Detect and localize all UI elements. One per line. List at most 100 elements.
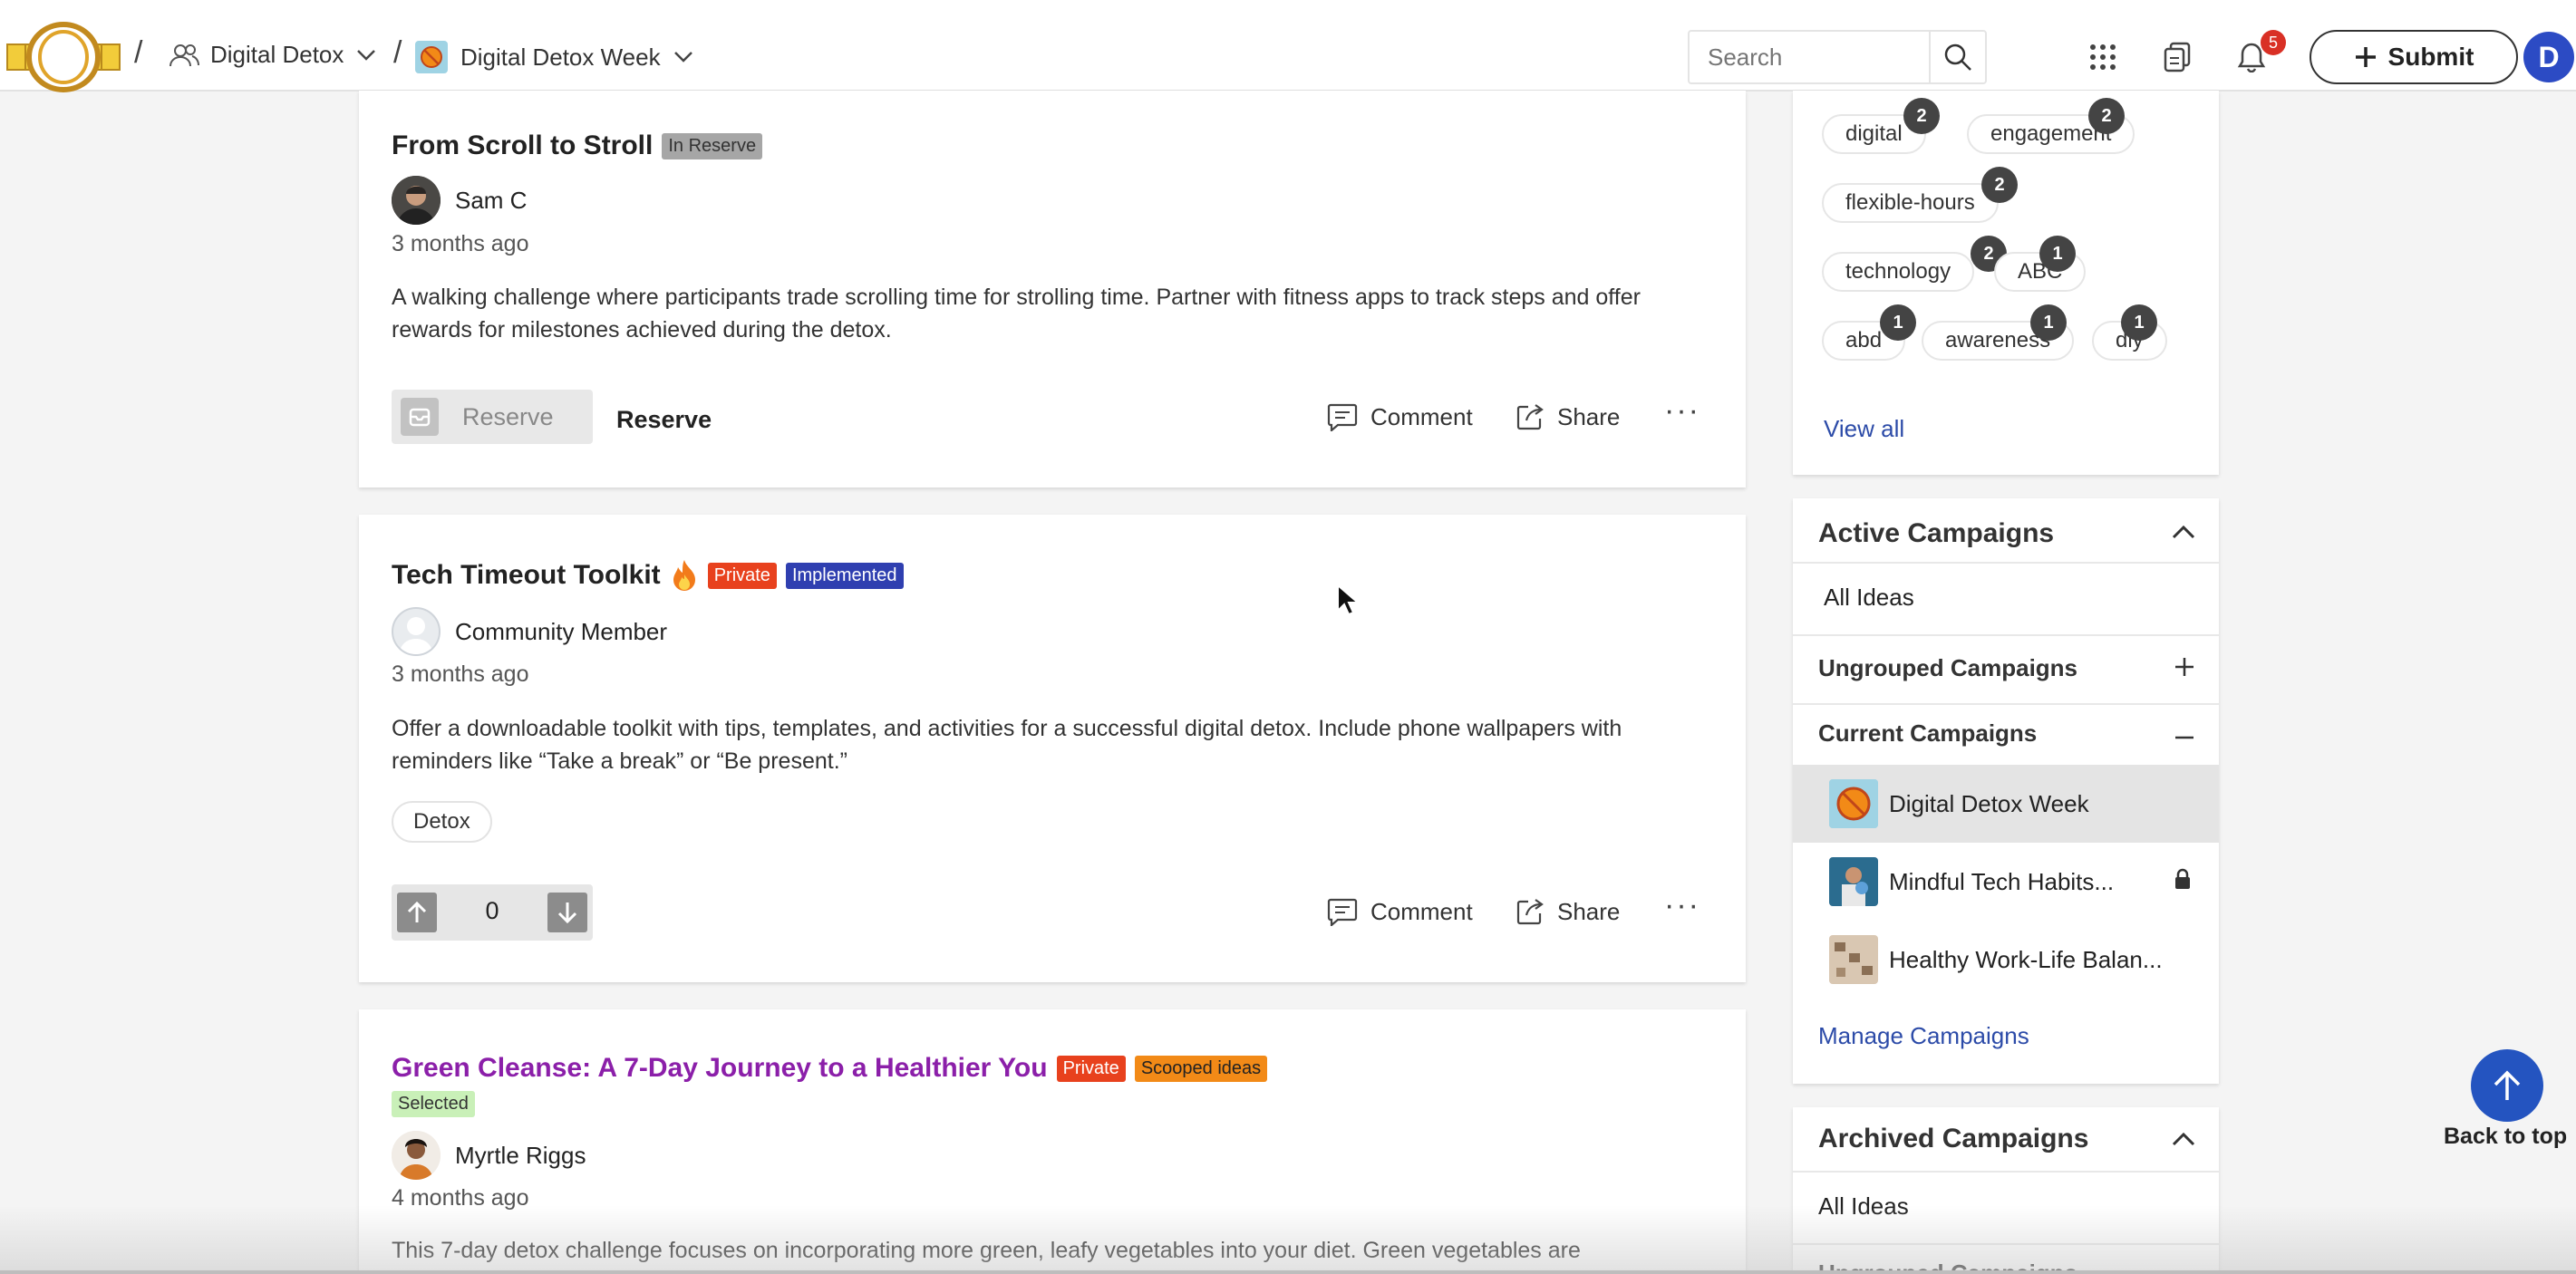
inbox-icon xyxy=(401,398,439,436)
status-badge: Implemented xyxy=(785,562,904,589)
tag-pill[interactable]: flexible-hours xyxy=(1822,183,1999,223)
copy-document-icon xyxy=(2164,42,2191,72)
archived-campaigns-title: Archived Campaigns xyxy=(1818,1124,2089,1153)
search-input[interactable] xyxy=(1690,32,1932,82)
reserve-button[interactable]: Reserve xyxy=(392,390,593,444)
tag-pill[interactable]: technology xyxy=(1822,252,1975,292)
campaign-thumbnail xyxy=(1829,935,1878,984)
expand-button[interactable] xyxy=(2174,656,2195,682)
tag-count-badge: 1 xyxy=(2121,304,2157,341)
window-bottom-edge xyxy=(0,1270,2576,1274)
divider xyxy=(1793,1243,2219,1245)
user-avatar[interactable]: D xyxy=(2523,32,2574,82)
share-label: Share xyxy=(1557,897,1621,925)
all-ideas-link[interactable]: All Ideas xyxy=(1824,584,1914,612)
comment-button[interactable]: Comment xyxy=(1327,897,1473,926)
collapse-button[interactable] xyxy=(2174,729,2195,745)
reserve-status-label: Reserve xyxy=(616,406,712,433)
submit-label: Submit xyxy=(2387,43,2474,71)
ungrouped-campaigns-toggle[interactable]: Ungrouped Campaigns xyxy=(1818,654,2077,682)
share-button[interactable]: Share xyxy=(1516,897,1620,926)
downvote-button[interactable] xyxy=(547,893,587,932)
idea-timestamp: 3 months ago xyxy=(392,661,529,687)
tag-count-badge: 1 xyxy=(2039,236,2076,272)
breadcrumb-separator: / xyxy=(393,35,402,70)
reserve-button-label: Reserve xyxy=(462,402,554,430)
search-icon xyxy=(1944,43,1971,71)
all-ideas-link[interactable]: All Ideas xyxy=(1818,1192,1909,1221)
active-campaigns-panel: Active Campaigns All Ideas Ungrouped Cam… xyxy=(1793,498,2219,1084)
chevron-down-icon xyxy=(673,52,692,63)
divider xyxy=(1793,703,2219,705)
users-icon xyxy=(169,43,199,66)
tag-count-badge: 1 xyxy=(2030,304,2067,341)
idea-tag-chip[interactable]: Detox xyxy=(392,801,492,843)
active-campaigns-title: Active Campaigns xyxy=(1818,518,2055,548)
comment-button[interactable]: Comment xyxy=(1327,402,1473,431)
arrow-down-icon xyxy=(557,902,577,924)
arrow-up-icon xyxy=(2494,1070,2521,1100)
comment-label: Comment xyxy=(1370,897,1473,925)
campaign-name[interactable]: Mindful Tech Habits... xyxy=(1889,868,2114,896)
mouse-cursor-icon xyxy=(1336,583,1361,621)
author-avatar[interactable] xyxy=(392,607,441,656)
more-options-button[interactable]: ··· xyxy=(1664,888,1700,923)
status-badge: Private xyxy=(1056,1055,1126,1082)
comment-icon xyxy=(1327,403,1358,431)
collapse-button[interactable] xyxy=(2172,1131,2195,1152)
collapse-button[interactable] xyxy=(2172,524,2195,545)
current-campaigns-toggle[interactable]: Current Campaigns xyxy=(1818,719,2037,748)
idea-title[interactable]: From Scroll to Stroll xyxy=(392,130,653,161)
tag-count-badge: 2 xyxy=(1981,167,2018,203)
divider xyxy=(1793,634,2219,636)
search-button[interactable] xyxy=(1929,32,1985,82)
share-label: Share xyxy=(1557,402,1621,430)
vote-widget: 0 xyxy=(392,884,593,941)
chevron-down-icon xyxy=(357,49,376,61)
author-avatar[interactable] xyxy=(392,1131,441,1180)
idea-title[interactable]: Tech Timeout Toolkit xyxy=(392,560,661,591)
campaign-thumbnail xyxy=(1829,857,1878,906)
share-button[interactable]: Share xyxy=(1516,402,1620,431)
idea-description: This 7-day detox challenge focuses on in… xyxy=(392,1238,1581,1263)
tag-count-badge: 1 xyxy=(1880,304,1916,341)
apps-grid-button[interactable] xyxy=(2081,35,2125,79)
idea-timestamp: 4 months ago xyxy=(392,1185,529,1211)
breadcrumb-community-label: Digital Detox xyxy=(210,41,344,68)
archived-campaigns-panel: Archived Campaigns All Ideas Ungrouped C… xyxy=(1793,1107,2219,1274)
brand-logo[interactable] xyxy=(5,21,121,93)
breadcrumb-campaign[interactable]: Digital Detox Week xyxy=(415,41,693,73)
manage-campaigns-link[interactable]: Manage Campaigns xyxy=(1818,1022,2029,1050)
comment-icon xyxy=(1327,898,1358,926)
idea-title[interactable]: Green Cleanse: A 7-Day Journey to a Heal… xyxy=(392,1053,1048,1084)
status-badge: Selected xyxy=(392,1091,475,1117)
author-name[interactable]: Community Member xyxy=(455,618,667,646)
campaign-name: Digital Detox Week xyxy=(1889,790,2089,817)
status-badge: Scooped ideas xyxy=(1134,1055,1268,1082)
idea-description: A walking challenge where participants t… xyxy=(392,285,1641,343)
author-name[interactable]: Myrtle Riggs xyxy=(455,1142,586,1170)
chevron-up-icon xyxy=(2172,1132,2195,1146)
share-icon xyxy=(1516,404,1544,430)
tag-label: technology xyxy=(1845,259,1951,284)
tag-label: flexible-hours xyxy=(1845,190,1975,215)
status-badge: In Reserve xyxy=(662,132,763,159)
share-icon xyxy=(1516,899,1544,925)
grid-icon xyxy=(2090,44,2116,70)
view-all-tags-link[interactable]: View all xyxy=(1824,415,1904,443)
documents-button[interactable] xyxy=(2155,35,2199,79)
breadcrumb-community[interactable]: Digital Detox xyxy=(169,41,376,69)
tag-label: digital xyxy=(1845,121,1903,146)
search-box xyxy=(1688,30,1987,84)
submit-button[interactable]: Submit xyxy=(2310,30,2518,84)
comment-label: Comment xyxy=(1370,402,1473,430)
tag-cloud-panel: digital 2 engagement 2 flexible-hours 2 … xyxy=(1793,91,2219,475)
status-badge: Private xyxy=(707,562,777,589)
more-options-button[interactable]: ··· xyxy=(1664,393,1700,429)
back-to-top-label: Back to top xyxy=(2444,1124,2568,1149)
author-name[interactable]: Sam C xyxy=(455,187,527,215)
plus-icon xyxy=(2175,658,2193,676)
campaign-name[interactable]: Healthy Work-Life Balan... xyxy=(1889,946,2163,974)
back-to-top-button[interactable] xyxy=(2471,1049,2543,1122)
author-avatar[interactable] xyxy=(392,176,441,225)
